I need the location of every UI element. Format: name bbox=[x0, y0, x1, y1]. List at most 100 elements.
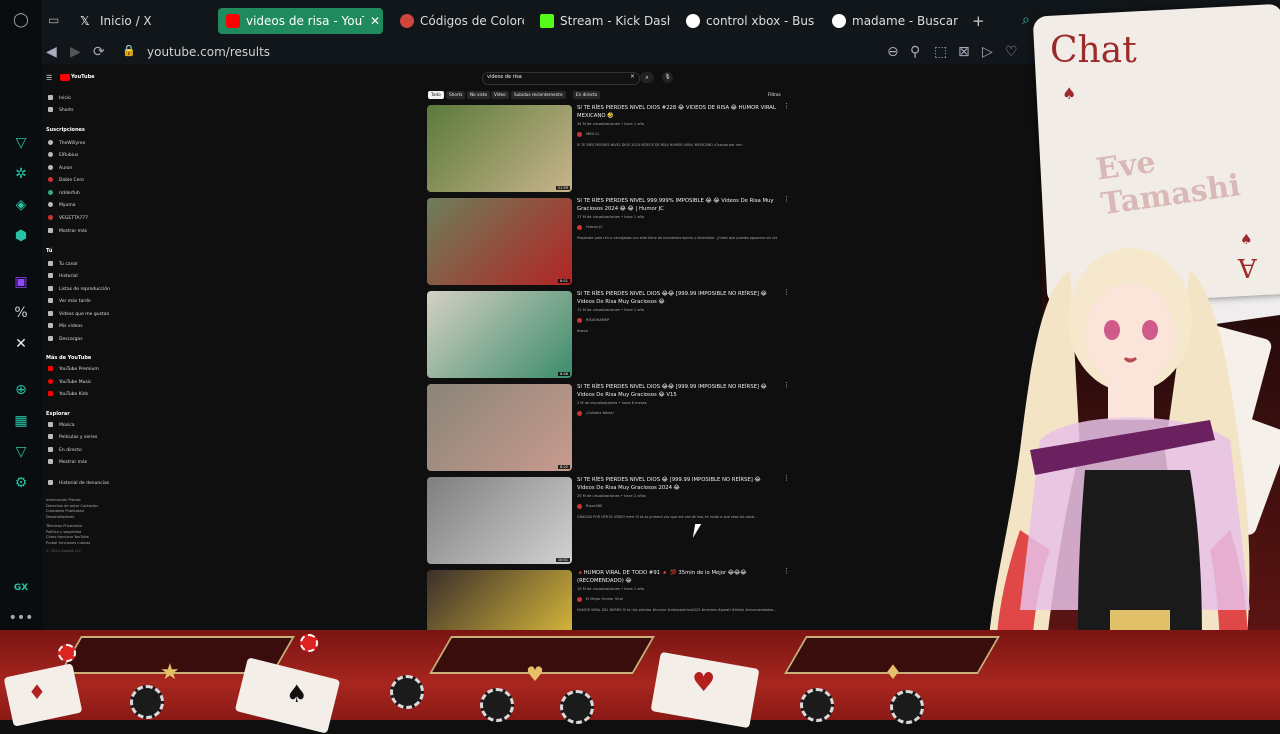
video-title[interactable]: SI TE RÍES PIERDES NIVEL DIOS #228 😂 VID… bbox=[577, 104, 777, 120]
search-icon[interactable]: ⌕ bbox=[1022, 12, 1030, 28]
pin-icon[interactable]: ⚲ bbox=[910, 44, 920, 60]
heart-icon[interactable]: ♡ bbox=[1005, 44, 1018, 60]
channel-name[interactable]: El Mejor Humor Viral bbox=[586, 597, 623, 601]
channel-name[interactable]: MINI CL bbox=[586, 132, 600, 136]
opera-logo-icon[interactable]: ◯ bbox=[11, 10, 31, 30]
chip-unwatched[interactable]: No visto bbox=[467, 91, 491, 99]
section-subscriptions[interactable]: Suscripciones bbox=[46, 127, 85, 133]
extension-icon[interactable]: ✲ bbox=[11, 164, 31, 184]
extension-icon[interactable]: ⬢ bbox=[11, 226, 31, 246]
sidebar-item-sub[interactable]: Auron bbox=[48, 165, 72, 171]
more-options-icon[interactable]: ⋮ bbox=[783, 288, 790, 296]
sidebar-item-live[interactable]: En directo bbox=[48, 447, 82, 453]
channel-avatar[interactable] bbox=[577, 132, 582, 137]
mic-icon[interactable]: 🎙 bbox=[662, 72, 673, 83]
zoom-icon[interactable]: ⊖ bbox=[887, 44, 899, 60]
channel-name[interactable]: ¡Cubisks Yokes! bbox=[586, 411, 614, 415]
video-title[interactable]: SI TE RÍES PIERDES NIVEL DIOS 😂😂 [999.99… bbox=[577, 290, 777, 306]
sidebar-item-channel[interactable]: Tu canal bbox=[48, 261, 77, 267]
extension-icon[interactable]: ▽ bbox=[11, 133, 31, 153]
sidebar-item-my-videos[interactable]: Mis videos bbox=[48, 323, 83, 329]
channel-avatar[interactable] bbox=[577, 597, 582, 602]
more-options-icon[interactable]: ⋮ bbox=[783, 381, 790, 389]
sidebar-item-movies[interactable]: Películas y series bbox=[48, 434, 97, 440]
video-thumbnail[interactable]: 8:22 bbox=[427, 384, 572, 471]
close-icon[interactable]: ✕ bbox=[370, 14, 380, 28]
search-button[interactable]: ⌕ bbox=[640, 72, 654, 83]
sidebar-item-downloads[interactable]: Descargas bbox=[48, 336, 83, 342]
shield-icon[interactable]: ⊠ bbox=[958, 44, 970, 60]
channel-avatar[interactable] bbox=[577, 504, 582, 509]
video-title[interactable]: SI TE RÍES PIERDES NIVEL DIOS 😂😂 [999.99… bbox=[577, 383, 777, 399]
tab[interactable]: 𝕏 Inicio / X bbox=[72, 8, 202, 34]
sidebar-item-music[interactable]: YouTube Music bbox=[48, 379, 92, 385]
sidebar-item-report[interactable]: Historial de denuncias bbox=[48, 480, 109, 486]
forward-icon[interactable]: ▶ bbox=[70, 44, 81, 60]
channel-avatar[interactable] bbox=[577, 411, 582, 416]
section-you[interactable]: Tú bbox=[46, 248, 52, 254]
tab[interactable]: Códigos de Colores HTML bbox=[392, 8, 524, 34]
more-options-icon[interactable]: ⋮ bbox=[783, 195, 790, 203]
channel-name[interactable]: Humor JC bbox=[586, 225, 603, 229]
sidebar-item-premium[interactable]: YouTube Premium bbox=[48, 366, 99, 372]
x-icon[interactable]: ✕ bbox=[11, 334, 31, 354]
video-title[interactable]: 🔺HUMOR VIRAL DE TODO #91 🔺 💯 35min de lo… bbox=[577, 569, 777, 585]
channel-name[interactable]: RISASHAMEP bbox=[586, 318, 609, 322]
clear-icon[interactable]: ✕ bbox=[630, 73, 635, 80]
sidebar-item-history[interactable]: Historial bbox=[48, 273, 78, 279]
more-options-icon[interactable]: ⋮ bbox=[783, 567, 790, 575]
percent-icon[interactable]: % bbox=[11, 303, 31, 323]
menu-icon[interactable]: ☰ bbox=[46, 74, 52, 82]
chip-recent[interactable]: Subidos recientemente bbox=[511, 91, 566, 99]
sidebar-item-shorts[interactable]: Shorts bbox=[48, 107, 73, 113]
sidebar-item-liked[interactable]: Videos que me gustan bbox=[48, 311, 109, 317]
video-title[interactable]: SI TE RÍES PIERDES NIVEL DIOS 😂 [999.99 … bbox=[577, 476, 777, 492]
tab[interactable]: control xbox - Buscar con bbox=[678, 8, 814, 34]
extension-icon[interactable]: ▽ bbox=[11, 442, 31, 462]
sidebar-item-sub[interactable]: Myuma bbox=[48, 202, 76, 208]
sidebar-item-sub[interactable]: TheWillyrex bbox=[48, 140, 85, 146]
chip-live[interactable]: En directo bbox=[573, 91, 601, 99]
more-options-icon[interactable]: ⋮ bbox=[783, 474, 790, 482]
more-icon[interactable]: ••• bbox=[9, 608, 34, 628]
reload-icon[interactable]: ⟳ bbox=[93, 44, 105, 60]
chip-shorts[interactable]: Shorts bbox=[446, 91, 466, 99]
sidebar-item-music[interactable]: Música bbox=[48, 422, 75, 428]
sidebar-show-more[interactable]: Mostrar más bbox=[48, 459, 87, 465]
twitch-icon[interactable]: ▣ bbox=[11, 272, 31, 292]
play-icon[interactable]: ▷ bbox=[982, 44, 993, 60]
tab[interactable]: Stream - Kick Dashboard bbox=[532, 8, 670, 34]
chip-video[interactable]: Video bbox=[491, 91, 509, 99]
extension-icon[interactable]: ◈ bbox=[11, 195, 31, 215]
extension-icon[interactable]: ⊕ bbox=[11, 380, 31, 400]
snapshot-icon[interactable]: ⬚ bbox=[934, 44, 947, 60]
video-thumbnail[interactable]: 8:46 bbox=[427, 291, 572, 378]
sidebar-item-kids[interactable]: YouTube Kids bbox=[48, 391, 88, 397]
video-thumbnail[interactable]: 21:59 bbox=[427, 105, 572, 192]
chip-all[interactable]: Todo bbox=[428, 91, 444, 99]
new-tab-button[interactable]: + bbox=[972, 12, 985, 30]
tab-menu-icon[interactable]: ▭ bbox=[48, 13, 59, 27]
video-thumbnail[interactable]: 8:01 bbox=[427, 198, 572, 285]
sidebar-item-sub[interactable]: VEGETTA777 bbox=[48, 215, 88, 221]
tab[interactable]: madame - Buscar con bbox=[824, 8, 960, 34]
sidebar-item-watch-later[interactable]: Ver más tarde bbox=[48, 298, 91, 304]
sidebar-item-sub[interactable]: ElRubius bbox=[48, 152, 78, 158]
youtube-logo[interactable] bbox=[60, 74, 70, 81]
footer-line[interactable]: Probar funciones nuevas bbox=[46, 541, 98, 547]
video-title[interactable]: SI TE RÍES PIERDES NIVEL 999.999% IMPOSI… bbox=[577, 197, 777, 213]
channel-name[interactable]: Risas360 bbox=[586, 504, 602, 508]
extension-icon[interactable]: ▦ bbox=[11, 411, 31, 431]
more-options-icon[interactable]: ⋮ bbox=[783, 102, 790, 110]
back-icon[interactable]: ◀ bbox=[46, 44, 57, 60]
gx-icon[interactable]: GX bbox=[11, 578, 31, 598]
video-thumbnail[interactable]: 10:01 bbox=[427, 477, 572, 564]
sidebar-item-sub[interactable]: ridderfuh bbox=[48, 190, 80, 196]
channel-avatar[interactable] bbox=[577, 225, 582, 230]
sidebar-item-sub[interactable]: Doble Cero bbox=[48, 177, 84, 183]
settings-icon[interactable]: ⚙ bbox=[11, 473, 31, 493]
sidebar-show-more[interactable]: Mostrar más bbox=[48, 228, 87, 234]
url-field[interactable]: youtube.com/results bbox=[147, 45, 270, 59]
channel-avatar[interactable] bbox=[577, 318, 582, 323]
filters-button[interactable]: Filtros bbox=[768, 93, 781, 98]
